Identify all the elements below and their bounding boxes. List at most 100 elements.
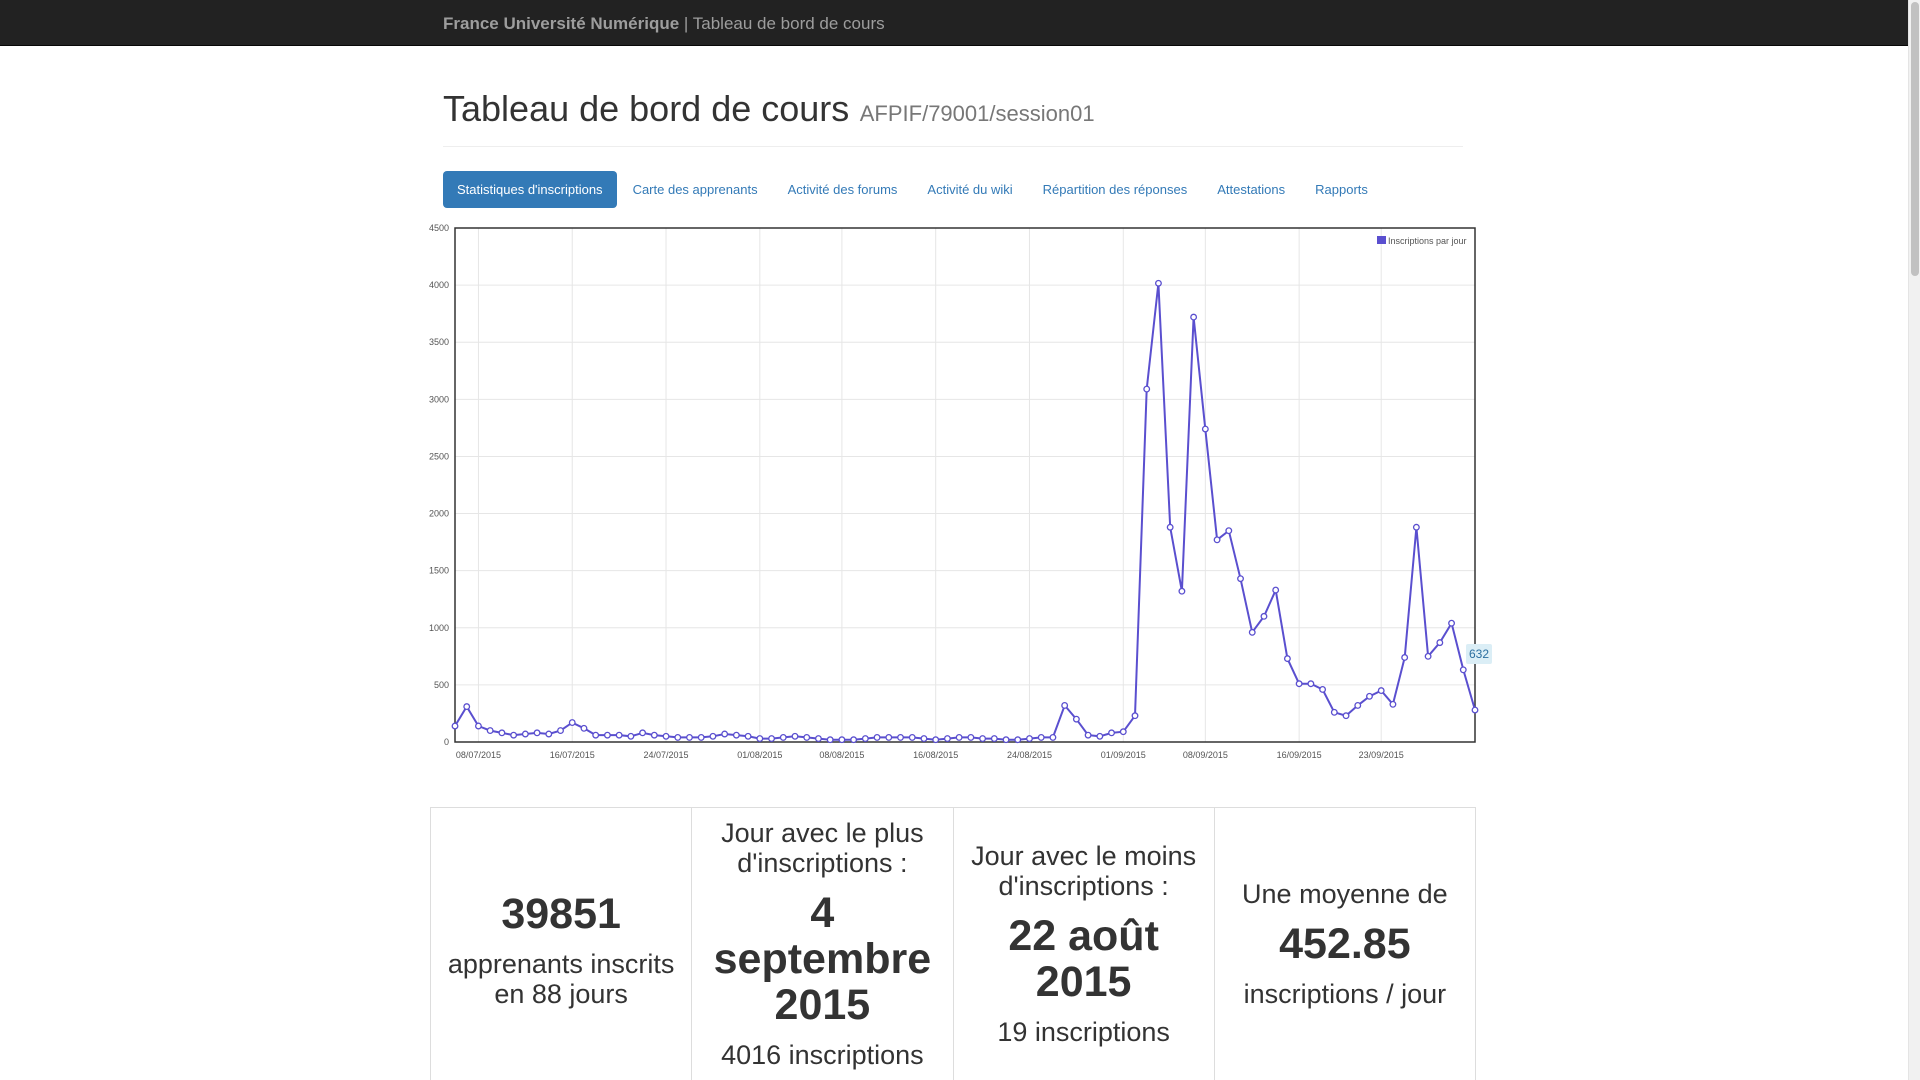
x-tick-label: 24/08/2015 (1007, 750, 1052, 760)
data-point (897, 733, 904, 741)
x-tick-label: 16/07/2015 (550, 750, 595, 760)
data-point (1330, 708, 1338, 716)
y-tick-label: 0 (444, 737, 449, 747)
data-point (1096, 732, 1104, 740)
scrollbar-thumb[interactable] (1911, 2, 1919, 276)
data-point (1448, 619, 1456, 627)
data-point (756, 735, 764, 743)
data-point (850, 736, 858, 744)
stat-average-label: Une moyenne de (1242, 879, 1448, 909)
data-point (1319, 686, 1327, 693)
x-tick-label: 24/07/2015 (644, 750, 689, 760)
page-scrollbar[interactable] (1908, 0, 1920, 1080)
tab-attestations[interactable]: Attestations (1203, 171, 1299, 208)
stat-average-sub: inscriptions / jour (1243, 979, 1447, 1009)
data-point (932, 736, 940, 744)
data-point (521, 730, 529, 738)
stat-max-day-value: 4 septembre 2015 (713, 889, 932, 1029)
data-point (1108, 729, 1116, 737)
stat-max-day-label: Jour avec le plus d'inscriptions : (721, 818, 924, 878)
data-point (885, 733, 893, 741)
y-tick-label: 4000 (429, 280, 449, 290)
data-point (779, 733, 787, 741)
data-point (1354, 701, 1362, 709)
data-point (744, 732, 752, 740)
x-tick-label: 01/08/2015 (737, 750, 782, 760)
y-tick-label: 1000 (429, 623, 449, 633)
x-tick-label: 23/09/2015 (1359, 750, 1404, 760)
data-point (498, 729, 506, 737)
data-point (686, 733, 693, 741)
chart-svg[interactable]: 0 500 1000 1500 2000 2500 3000 3500 4000 4500 08/0… (410, 220, 1490, 760)
data-point (486, 727, 494, 735)
data-point (451, 722, 459, 730)
data-point (908, 733, 916, 741)
data-point (1225, 527, 1233, 535)
y-tick-label: 3500 (429, 337, 449, 347)
legend-swatch (1377, 236, 1386, 244)
stat-max-day-sub: 4016 inscriptions (721, 1040, 924, 1070)
data-point (1389, 700, 1397, 708)
data-point (650, 731, 658, 739)
course-id: AFPIF/79001/session01 (859, 101, 1095, 126)
data-point (1459, 666, 1467, 674)
data-point (1143, 385, 1151, 393)
stat-min-day-value: 22 août 2015 (1008, 912, 1159, 1006)
brand-name[interactable]: France Université Numérique (443, 14, 679, 33)
x-tick-label: 08/09/2015 (1183, 750, 1228, 760)
inscriptions-chart[interactable]: 0 500 1000 1500 2000 2500 3000 3500 4000 4500 08/0… (410, 220, 1490, 760)
data-point (1412, 523, 1420, 531)
data-point (920, 735, 928, 743)
data-point (1061, 701, 1069, 709)
data-point (709, 732, 717, 740)
data-point (603, 731, 611, 739)
data-point (545, 730, 553, 738)
stat-average-value: 452.85 (1279, 920, 1411, 968)
top-navbar: France Université Numérique | Tableau de… (0, 0, 1908, 46)
stat-max-day: Jour avec le plus d'inscriptions : 4 sep… (691, 807, 954, 1080)
page-header: Tableau de bord de cours AFPIF/79001/ses… (443, 88, 1463, 147)
data-point (990, 735, 998, 743)
data-point (1471, 706, 1479, 714)
data-point (662, 732, 670, 740)
data-point (1014, 736, 1022, 744)
tab-activite-forums[interactable]: Activité des forums (774, 171, 912, 208)
data-point (1366, 692, 1373, 700)
data-point (580, 724, 588, 732)
tab-rapports[interactable]: Rapports (1301, 171, 1382, 208)
stat-min-day: Jour avec le moins d'inscriptions : 22 a… (952, 807, 1215, 1080)
data-point (1342, 712, 1350, 720)
data-point (1377, 687, 1385, 695)
data-point (955, 733, 963, 741)
data-point (1154, 279, 1162, 287)
data-point (463, 703, 471, 711)
data-point (1248, 628, 1256, 636)
x-tick-label: 08/07/2015 (456, 750, 501, 760)
tab-repartition-reponses[interactable]: Répartition des réponses (1029, 171, 1202, 208)
brand-subtitle: Tableau de bord de cours (692, 14, 885, 33)
tab-statistiques-inscriptions[interactable]: Statistiques d'inscriptions (443, 171, 617, 208)
data-point (1026, 735, 1033, 743)
data-point (721, 730, 729, 738)
data-point (803, 733, 811, 741)
data-point (873, 733, 881, 741)
navbar-brand[interactable]: France Université Numérique | Tableau de… (443, 14, 885, 34)
x-tick-label: 01/09/2015 (1101, 750, 1146, 760)
brand-separator: | (679, 14, 693, 33)
data-point (533, 729, 541, 737)
data-point (1084, 731, 1092, 739)
data-point (1436, 639, 1444, 647)
data-point (791, 732, 799, 740)
chart-tooltip: 632 (1466, 644, 1493, 664)
stat-min-day-sub: 19 inscriptions (997, 1017, 1170, 1047)
y-tick-label: 500 (434, 680, 449, 690)
data-point (1307, 680, 1315, 688)
data-point (697, 733, 705, 741)
page-title: Tableau de bord de cours (443, 88, 850, 129)
tab-activite-wiki[interactable]: Activité du wiki (913, 171, 1026, 208)
x-tick-label: 08/08/2015 (819, 750, 864, 760)
data-point (568, 719, 576, 727)
tab-carte-apprenants[interactable]: Carte des apprenants (619, 171, 772, 208)
y-tick-label: 4500 (429, 223, 449, 233)
data-point (1131, 712, 1139, 720)
